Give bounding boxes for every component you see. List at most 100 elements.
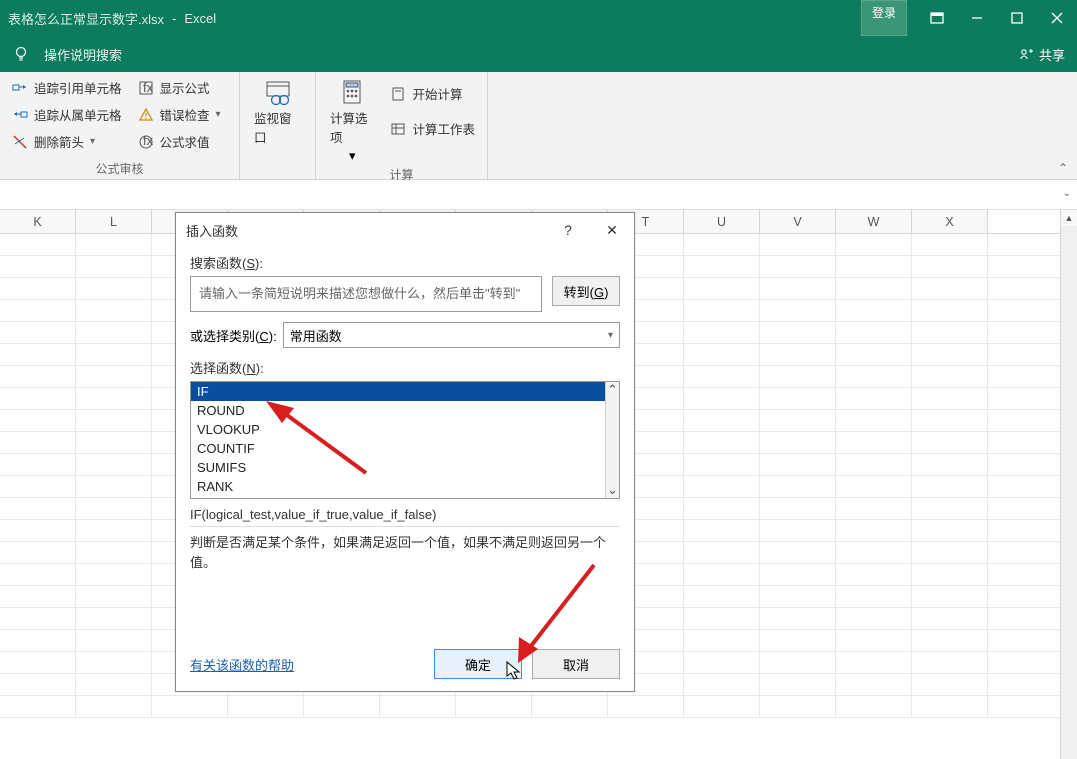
calc-options-button[interactable]: 计算选项 ▾ <box>324 76 380 166</box>
cell[interactable] <box>988 344 1064 365</box>
cell[interactable] <box>760 278 836 299</box>
cell[interactable] <box>988 454 1064 475</box>
cell[interactable] <box>76 432 152 453</box>
cell[interactable] <box>76 476 152 497</box>
cell[interactable] <box>0 630 76 651</box>
cell[interactable] <box>988 410 1064 431</box>
cell[interactable] <box>684 696 760 717</box>
cell[interactable] <box>76 388 152 409</box>
cell[interactable] <box>228 696 304 717</box>
cell[interactable] <box>988 476 1064 497</box>
cell[interactable] <box>152 696 228 717</box>
cell[interactable] <box>988 630 1064 651</box>
cell[interactable] <box>988 322 1064 343</box>
cell[interactable] <box>988 498 1064 519</box>
cell[interactable] <box>988 542 1064 563</box>
cell[interactable] <box>836 388 912 409</box>
cell[interactable] <box>0 234 76 255</box>
list-item[interactable]: COUNTIF <box>191 439 619 458</box>
cell[interactable] <box>836 454 912 475</box>
cell[interactable] <box>76 520 152 541</box>
cell[interactable] <box>760 300 836 321</box>
cell[interactable] <box>0 344 76 365</box>
trace-precedents-button[interactable]: 追踪引用单元格 <box>8 76 126 99</box>
cell[interactable] <box>912 432 988 453</box>
cell[interactable] <box>76 652 152 673</box>
cell[interactable] <box>912 608 988 629</box>
cell[interactable] <box>0 498 76 519</box>
cell[interactable] <box>0 410 76 431</box>
cell[interactable] <box>836 498 912 519</box>
cell[interactable] <box>0 322 76 343</box>
cell[interactable] <box>836 586 912 607</box>
cell[interactable] <box>988 674 1064 695</box>
cell[interactable] <box>988 234 1064 255</box>
dropdown-icon[interactable]: ▾ <box>216 109 224 120</box>
cell[interactable] <box>76 278 152 299</box>
cell[interactable] <box>912 322 988 343</box>
go-button[interactable]: 转到(G) <box>552 276 620 306</box>
cell[interactable] <box>836 476 912 497</box>
expand-formula-bar-icon[interactable]: ⌄ <box>1063 188 1071 199</box>
cell[interactable] <box>684 630 760 651</box>
cell[interactable] <box>0 256 76 277</box>
cell[interactable] <box>836 344 912 365</box>
cell[interactable] <box>760 586 836 607</box>
cell[interactable] <box>684 586 760 607</box>
dropdown-icon[interactable]: ▾ <box>90 136 98 147</box>
cell[interactable] <box>760 366 836 387</box>
cell[interactable] <box>836 564 912 585</box>
cell[interactable] <box>760 608 836 629</box>
cell[interactable] <box>456 696 532 717</box>
cell[interactable] <box>684 256 760 277</box>
cell[interactable] <box>988 366 1064 387</box>
cancel-button[interactable]: 取消 <box>532 649 620 679</box>
login-button[interactable]: 登录 <box>861 0 907 36</box>
cell[interactable] <box>684 652 760 673</box>
cell[interactable] <box>836 652 912 673</box>
cell[interactable] <box>912 300 988 321</box>
help-icon[interactable]: ? <box>546 213 590 247</box>
cell[interactable] <box>760 564 836 585</box>
watch-window-button[interactable]: 监视窗口 <box>248 76 307 148</box>
cell[interactable] <box>380 696 456 717</box>
cell[interactable] <box>912 674 988 695</box>
cell[interactable] <box>760 234 836 255</box>
collapse-ribbon-icon[interactable]: ⌃ <box>1055 161 1071 175</box>
column-header[interactable]: L <box>76 210 152 233</box>
cell[interactable] <box>836 696 912 717</box>
list-item[interactable]: SUMIFS <box>191 458 619 477</box>
cell[interactable] <box>76 608 152 629</box>
ok-button[interactable]: 确定 <box>434 649 522 679</box>
cell[interactable] <box>912 256 988 277</box>
cell[interactable] <box>0 476 76 497</box>
cell[interactable] <box>836 520 912 541</box>
list-item[interactable]: RANK <box>191 477 619 496</box>
cell[interactable] <box>836 674 912 695</box>
column-header[interactable]: U <box>684 210 760 233</box>
column-header[interactable]: V <box>760 210 836 233</box>
cell[interactable] <box>684 344 760 365</box>
remove-arrows-button[interactable]: 删除箭头▾ <box>8 130 126 153</box>
cell[interactable] <box>912 630 988 651</box>
cell[interactable] <box>760 674 836 695</box>
cell[interactable] <box>988 520 1064 541</box>
cell[interactable] <box>760 388 836 409</box>
cell[interactable] <box>684 388 760 409</box>
cell[interactable] <box>760 432 836 453</box>
cell[interactable] <box>304 696 380 717</box>
cell[interactable] <box>76 234 152 255</box>
cell[interactable] <box>988 256 1064 277</box>
cell[interactable] <box>0 652 76 673</box>
cell[interactable] <box>836 630 912 651</box>
list-item[interactable]: ROUND <box>191 401 619 420</box>
cell[interactable] <box>684 608 760 629</box>
cell[interactable] <box>912 234 988 255</box>
cell[interactable] <box>0 696 76 717</box>
cell[interactable] <box>836 256 912 277</box>
list-item[interactable]: SUMIF <box>191 496 619 499</box>
cell[interactable] <box>760 652 836 673</box>
cell[interactable] <box>912 542 988 563</box>
ribbon-display-icon[interactable] <box>917 0 957 36</box>
column-header[interactable]: X <box>912 210 988 233</box>
